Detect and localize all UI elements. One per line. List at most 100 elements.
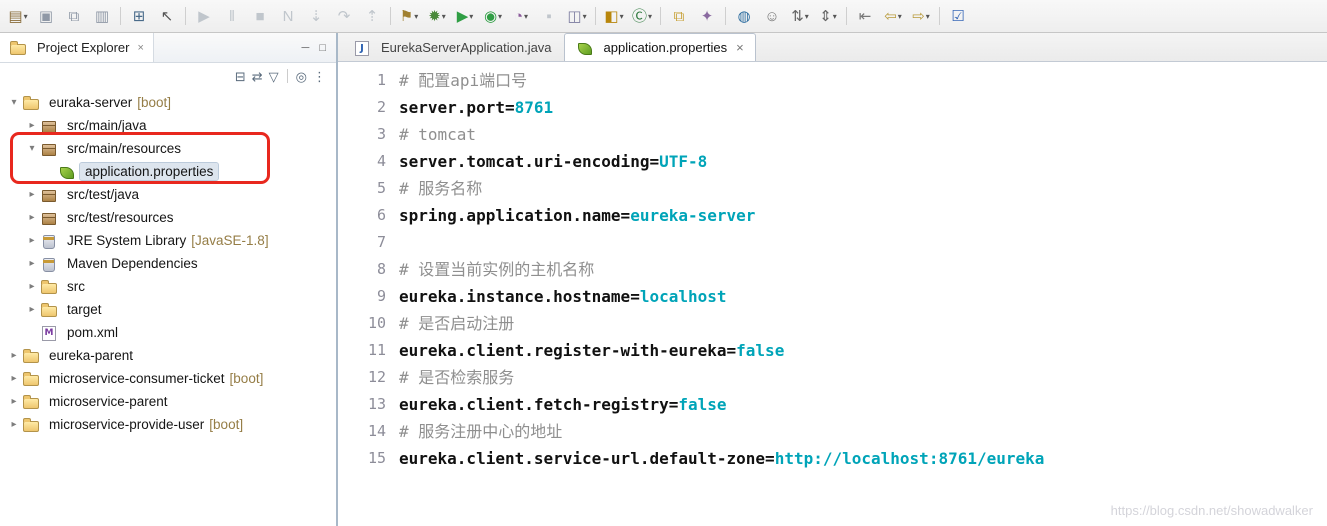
new-wizard-icon[interactable]: ▤ ▾ [5, 4, 31, 28]
expand-arrow-icon[interactable]: ▸ [24, 120, 40, 131]
code-line[interactable]: # 设置当前实例的主机名称 [399, 256, 1327, 283]
dropdown-arrow-icon[interactable]: ▾ [926, 12, 930, 21]
close-view-icon[interactable]: × [137, 42, 143, 54]
expand-arrow-icon[interactable]: ▸ [6, 419, 22, 430]
expand-arrow-icon[interactable]: ▸ [6, 396, 22, 407]
tree-item-src[interactable]: ▸ src [0, 275, 336, 298]
code-line[interactable]: # 服务名称 [399, 175, 1327, 202]
external-tools-icon[interactable]: ⚑ ▾ [396, 4, 422, 28]
tree-item-target[interactable]: ▸ target [0, 298, 336, 321]
relaunch-icon[interactable]: N [275, 4, 301, 28]
new-java-project-icon[interactable]: ◧ ▾ [601, 4, 627, 28]
expand-arrow-icon[interactable]: ▸ [24, 189, 40, 200]
expand-arrow-icon[interactable]: ▸ [24, 258, 40, 269]
expand-arrow-icon[interactable]: ▸ [24, 235, 40, 246]
suspend-icon[interactable]: ‖ [219, 4, 245, 28]
dropdown-arrow-icon[interactable]: ▾ [442, 12, 446, 21]
stop-server-icon[interactable]: ▪ [536, 4, 562, 28]
close-tab-icon[interactable]: × [736, 40, 744, 55]
save-all-icon[interactable]: ⧉ [61, 4, 87, 28]
previous-edit-icon[interactable]: ⇤ [852, 4, 878, 28]
dropdown-arrow-icon[interactable]: ▾ [805, 12, 809, 21]
code-line[interactable]: eureka.client.service-url.default-zone=h… [399, 445, 1327, 472]
tab-application-properties[interactable]: application.properties × [563, 33, 756, 61]
debug-icon[interactable]: ✹ ▾ [424, 4, 450, 28]
forward-icon[interactable]: ⇨ ▾ [908, 4, 934, 28]
dropdown-arrow-icon[interactable]: ▾ [469, 12, 473, 21]
world-icon[interactable]: ◍ [731, 4, 757, 28]
expand-arrow-icon[interactable]: ▸ [6, 350, 22, 361]
code-line[interactable]: # 服务注册中心的地址 [399, 418, 1327, 445]
tree-item-src-main-java[interactable]: ▸ src/main/java [0, 114, 336, 137]
run-icon[interactable]: ▶ ▾ [452, 4, 478, 28]
focus-icon[interactable]: ◎ [296, 70, 307, 83]
tree-item-microservice-provide-user[interactable]: ▸ microservice-provide-user [boot] [0, 413, 336, 436]
expand-arrow-icon[interactable]: ▸ [24, 212, 40, 223]
tab-eurekaserverapplication-java[interactable]: EurekaServerApplication.java [341, 33, 564, 61]
filter-icon[interactable]: ▽ [269, 70, 279, 83]
sort-asc-icon[interactable]: ⇅ ▾ [787, 4, 813, 28]
dropdown-arrow-icon[interactable]: ▾ [648, 12, 652, 21]
profile-icon[interactable]: ◔ ▾ [508, 4, 534, 28]
code-line[interactable] [399, 229, 1327, 256]
dropdown-arrow-icon[interactable]: ▾ [498, 12, 502, 21]
select-tool-icon[interactable]: ↖ [154, 4, 180, 28]
dropdown-arrow-icon[interactable]: ▾ [833, 12, 837, 21]
step-into-icon[interactable]: ⇣ [303, 4, 329, 28]
code-line[interactable]: eureka.client.fetch-registry=false [399, 391, 1327, 418]
code-line[interactable]: eureka.client.register-with-eureka=false [399, 337, 1327, 364]
new-class-icon[interactable]: Ⓒ ▾ [629, 4, 655, 28]
tree-item-src-main-resources[interactable]: ▾ src/main/resources [0, 137, 336, 160]
dropdown-arrow-icon[interactable]: ▾ [414, 12, 418, 21]
open-folders-icon[interactable]: ⧉ [666, 4, 692, 28]
view-menu-icon[interactable]: ⋮ [313, 70, 326, 83]
servers-icon[interactable]: ◫ ▾ [564, 4, 590, 28]
open-console-icon[interactable]: ⊞ [126, 4, 152, 28]
print-icon[interactable]: ▥ [89, 4, 115, 28]
dropdown-arrow-icon[interactable]: ▾ [524, 12, 528, 21]
coverage-icon[interactable]: ◉ ▾ [480, 4, 506, 28]
code-editor[interactable]: 1 2 3 4 5 6 7 8 9 10 11 12 13 14 15 # 配置api端口号 server.p… [338, 62, 1327, 472]
maximize-button[interactable]: □ [319, 42, 326, 54]
dropdown-arrow-icon[interactable]: ▾ [583, 12, 587, 21]
code-line[interactable]: eureka.instance.hostname=localhost [399, 283, 1327, 310]
code-line[interactable]: server.port=8761 [399, 94, 1327, 121]
code-line[interactable]: # 是否检索服务 [399, 364, 1327, 391]
step-return-icon[interactable]: ⇡ [359, 4, 385, 28]
expand-arrow-icon[interactable]: ▸ [6, 373, 22, 384]
tree-item-src-test-java[interactable]: ▸ src/test/java [0, 183, 336, 206]
dropdown-arrow-icon[interactable]: ▾ [620, 12, 624, 21]
expand-arrow-icon[interactable]: ▸ [24, 281, 40, 292]
code-line[interactable]: # tomcat [399, 121, 1327, 148]
magic-wand-icon[interactable]: ✦ [694, 4, 720, 28]
code-line[interactable]: spring.application.name=eureka-server [399, 202, 1327, 229]
tree-item-eureka-parent[interactable]: ▸ eureka-parent [0, 344, 336, 367]
expand-arrow-icon[interactable]: ▸ [24, 304, 40, 315]
code-line[interactable]: # 配置api端口号 [399, 67, 1327, 94]
minimize-button[interactable]: ─ [302, 42, 310, 54]
resume-icon[interactable]: ▶ [191, 4, 217, 28]
save-icon[interactable]: ▣ [33, 4, 59, 28]
link-with-editor-icon[interactable]: ⇄ [252, 70, 263, 83]
tree-item-application-properties[interactable]: application.properties [0, 160, 336, 183]
tree-item-maven-dependencies[interactable]: ▸ Maven Dependencies [0, 252, 336, 275]
tree-item-pom-xml[interactable]: pom.xml [0, 321, 336, 344]
terminate-icon[interactable]: ■ [247, 4, 273, 28]
collapse-arrow-icon[interactable]: ▾ [6, 97, 22, 108]
tree-item-euraka-server[interactable]: ▾ euraka-server [boot] [0, 91, 336, 114]
code-line[interactable]: server.tomcat.uri-encoding=UTF-8 [399, 148, 1327, 175]
tree-item-microservice-parent[interactable]: ▸ microservice-parent [0, 390, 336, 413]
dropdown-arrow-icon[interactable]: ▾ [898, 12, 902, 21]
tree-item-jre-system-library[interactable]: ▸ JRE System Library [JavaSE-1.8] [0, 229, 336, 252]
team-icon[interactable]: ☺ [759, 4, 785, 28]
tab-project-explorer[interactable]: Project Explorer × [0, 33, 154, 62]
sort-tree-icon[interactable]: ⇕ ▾ [815, 4, 841, 28]
collapse-all-icon[interactable]: ⊟ [235, 70, 246, 83]
tree-item-microservice-consumer-ticket[interactable]: ▸ microservice-consumer-ticket [boot] [0, 367, 336, 390]
tree-item-src-test-resources[interactable]: ▸ src/test/resources [0, 206, 336, 229]
code-line[interactable]: # 是否启动注册 [399, 310, 1327, 337]
step-over-icon[interactable]: ↷ [331, 4, 357, 28]
dropdown-arrow-icon[interactable]: ▾ [24, 12, 28, 21]
collapse-arrow-icon[interactable]: ▾ [24, 143, 40, 154]
back-icon[interactable]: ⇦ ▾ [880, 4, 906, 28]
